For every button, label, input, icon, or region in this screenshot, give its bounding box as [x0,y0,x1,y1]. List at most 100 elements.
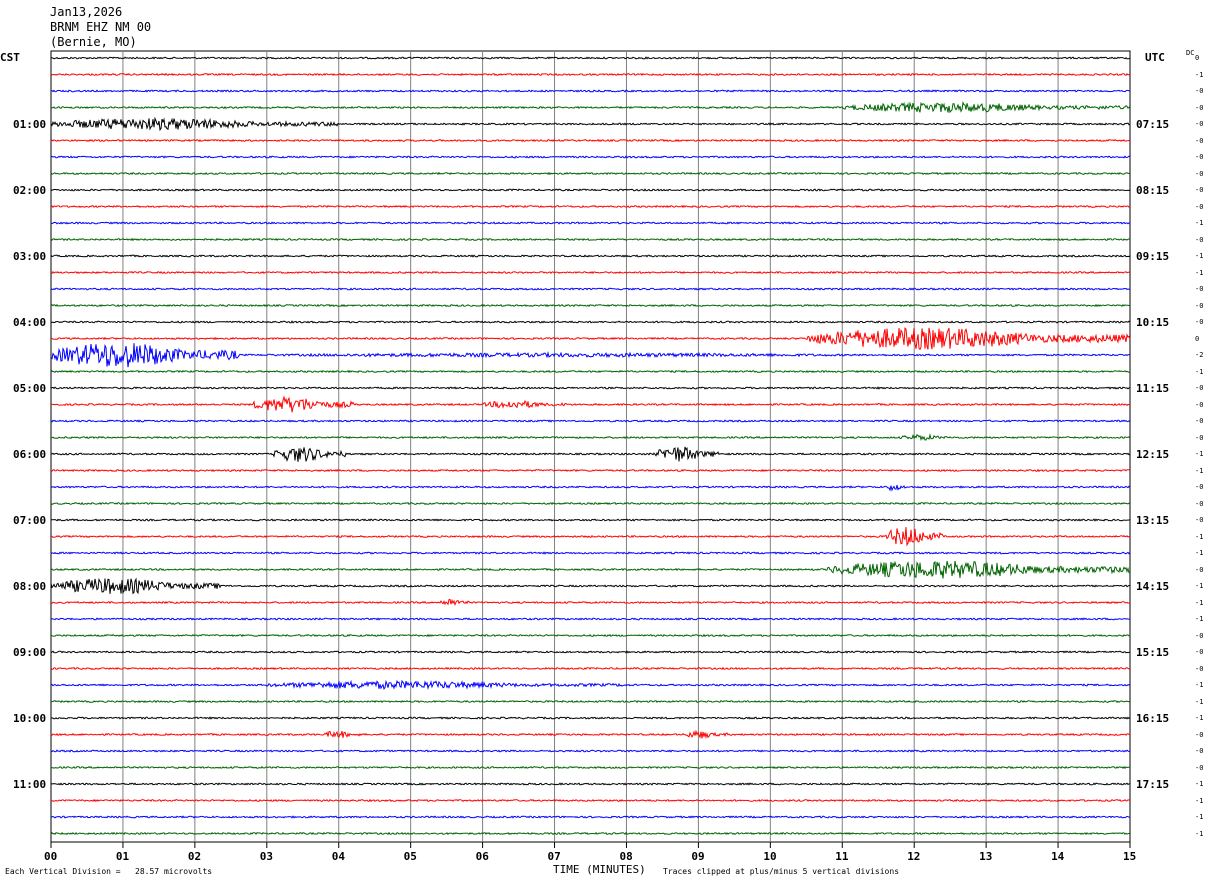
trace-row-9 [50,204,1131,209]
right-hour-label: 11:15 [1136,382,1170,395]
trace-row-15 [50,303,1131,308]
dc-offset-value: -0 [1195,87,1204,95]
trace-row-45 [50,798,1131,803]
dc-offset-value: -0 [1195,664,1204,673]
dc-offset-value: -0 [1195,747,1204,755]
dc-offset-value: -0 [1195,285,1204,293]
dc-offset-value: 0 [1195,54,1200,62]
trace-row-41 [50,729,1130,740]
dc-offset-value: -1 [1195,549,1204,557]
dc-offset-value: -0 [1195,400,1204,409]
trace-row-32 [50,577,1131,595]
trace-row-12 [50,254,1131,258]
dc-offset-value: -1 [1195,70,1204,79]
trace-row-2 [50,89,1131,93]
dc-offset-value: -0 [1195,483,1204,491]
dc-offset-value: -1 [1195,532,1204,541]
trace-row-33 [50,598,1131,606]
footer-clip-note: Traces clipped at plus/minus 5 vertical … [663,867,900,876]
dc-offset-value: -0 [1195,318,1204,326]
trace-row-30 [50,551,1131,555]
trace-row-39 [50,699,1131,704]
dc-offset-value: -0 [1195,499,1204,508]
trace-row-4 [50,116,1131,132]
x-tick-label: 00 [44,850,58,863]
dc-offset-value: -1 [1195,466,1204,475]
trace-row-23 [51,433,1131,442]
trace-row-14 [50,287,1131,291]
x-axis-title: TIME (MINUTES) [553,863,646,876]
x-tick-label: 05 [403,850,417,863]
dc-offset-value: -1 [1195,268,1204,277]
dc-offset-value: -1 [1195,829,1204,838]
trace-row-34 [50,617,1131,621]
dc-offset-value: -1 [1195,681,1204,689]
right-hour-label: 07:15 [1136,118,1170,131]
trace-row-11 [50,237,1131,242]
trace-row-38 [50,679,1131,691]
right-hour-label: 12:15 [1136,448,1170,461]
dc-offset-value: -0 [1195,136,1204,145]
trace-row-0 [50,56,1131,60]
trace-row-46 [50,815,1131,819]
x-tick-label: 01 [115,850,130,863]
right-hour-label: 10:15 [1136,316,1170,329]
x-tick-label: 04 [331,850,345,863]
right-hour-label: 13:15 [1136,514,1170,527]
trace-row-29 [50,527,1131,547]
right-hour-label: 09:15 [1136,250,1170,263]
trace-row-21 [51,395,1131,413]
dc-offset-value: -0 [1195,169,1204,178]
dc-offset-value: -0 [1195,235,1204,244]
x-tick-label: 07 [547,850,561,863]
x-tick-label: 09 [691,850,705,863]
right-hour-label: 14:15 [1136,580,1170,593]
left-hour-label: 03:00 [13,250,47,263]
dc-offset-value: -1 [1195,598,1204,607]
dc-offset-value: 0 [1195,334,1200,343]
trace-row-26 [50,484,1131,492]
trace-row-43 [50,765,1131,770]
trace-row-6 [50,155,1131,159]
dc-offset-value: -1 [1195,450,1204,458]
x-tick-label: 03 [259,850,274,863]
left-hour-label: 10:00 [13,712,47,725]
x-tick-label: 15 [1123,850,1137,863]
x-tick-label: 02 [187,850,202,863]
dc-offset-value: -1 [1195,615,1204,623]
dc-offset-value: -1 [1195,582,1204,590]
trace-row-17 [50,327,1131,351]
trace-row-3 [50,101,1131,114]
dc-offset-value: -0 [1195,301,1204,310]
trace-row-13 [50,270,1131,275]
dc-offset-value: -1 [1195,219,1204,227]
right-hour-label: 08:15 [1136,184,1170,197]
dc-offset-value: -1 [1195,252,1204,260]
dc-offset-value: -0 [1195,631,1204,640]
trace-row-5 [50,138,1131,143]
trace-row-27 [50,501,1131,506]
dc-offset-value: -0 [1195,202,1204,211]
right-hour-label: 16:15 [1136,712,1170,725]
trace-row-1 [50,72,1131,77]
trace-row-16 [50,320,1131,324]
trace-row-36 [50,650,1131,654]
dc-offset-value: -0 [1195,763,1204,772]
trace-row-47 [50,831,1131,836]
dc-offset-value: -1 [1195,367,1204,376]
dc-offset-value: -1 [1195,697,1204,706]
trace-row-7 [50,171,1131,176]
dc-offset-value: -1 [1195,780,1204,788]
dc-offset-value: -0 [1195,730,1204,739]
trace-row-44 [50,782,1131,786]
left-hour-label: 07:00 [13,514,47,527]
x-tick-label: 11 [835,850,849,863]
x-tick-label: 08 [619,850,633,863]
left-hour-label: 04:00 [13,316,47,329]
left-hour-label: 09:00 [13,646,47,659]
trace-row-19 [50,369,1131,374]
trace-row-22 [50,419,1131,423]
dc-offset-value: -1 [1195,813,1204,821]
right-hour-label: 15:15 [1136,646,1170,659]
left-hour-label: 11:00 [13,778,47,791]
